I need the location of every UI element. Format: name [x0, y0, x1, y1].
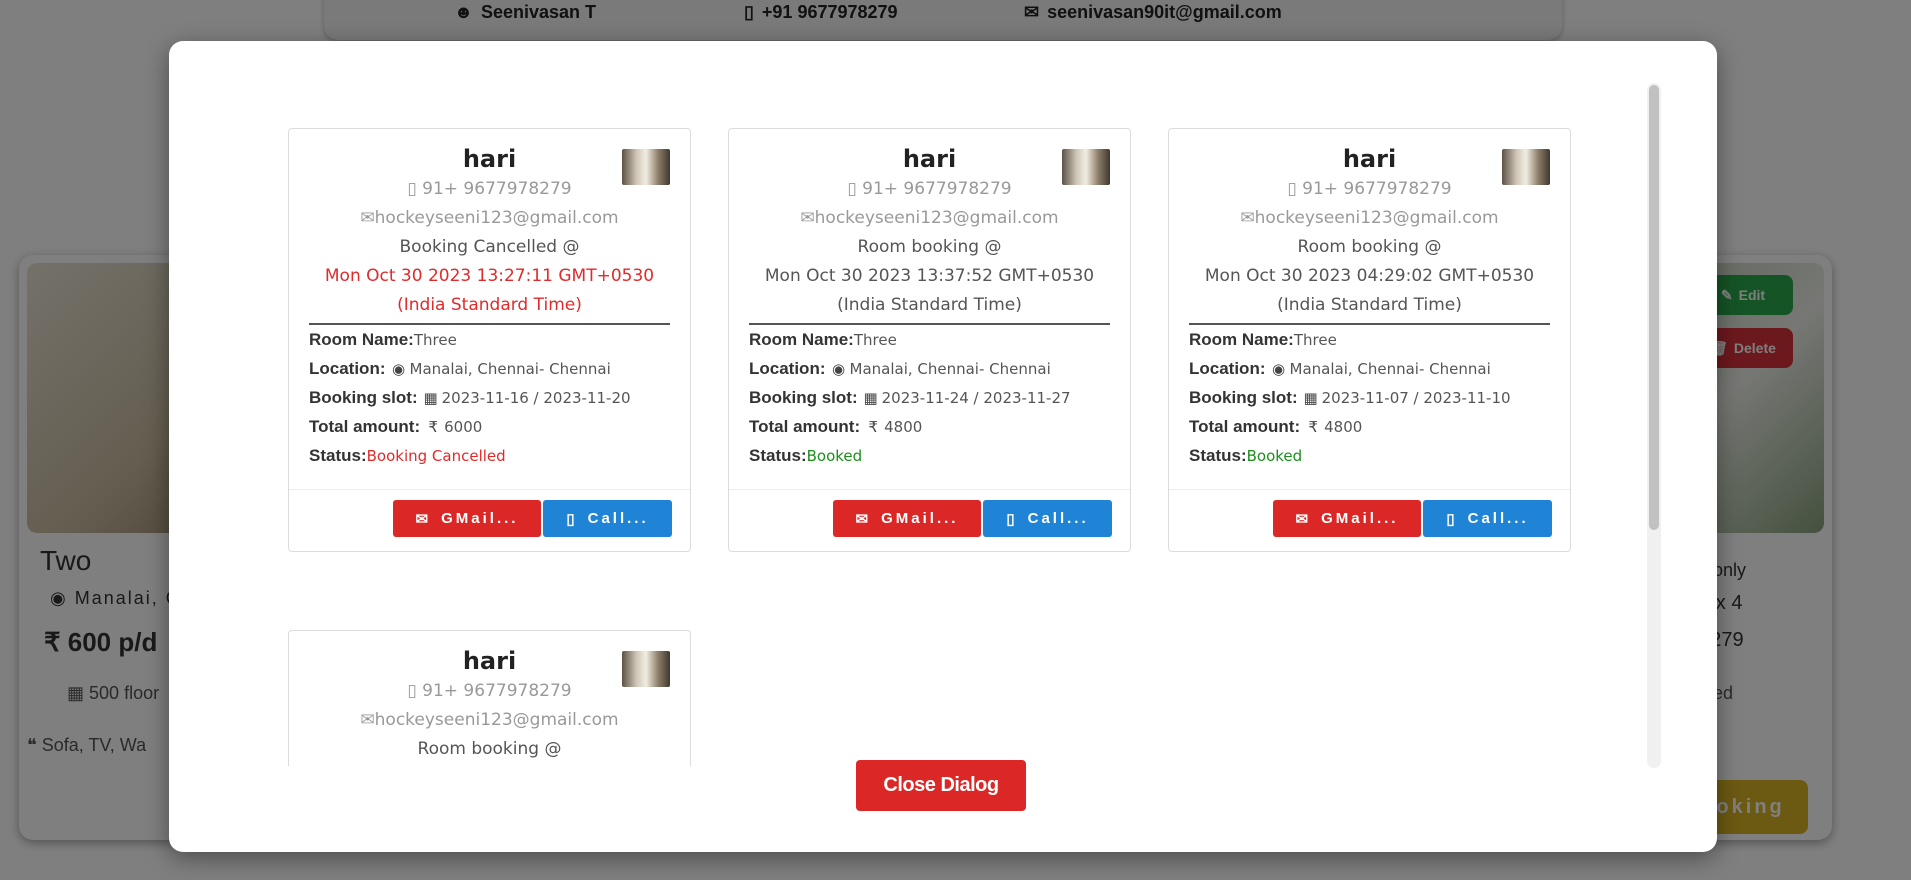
mobile-icon: ▯ [566, 510, 578, 528]
booking-timezone: (India Standard Time) [837, 295, 1022, 315]
envelope-icon: ✉ [360, 208, 375, 228]
scrollbar-thumb[interactable] [1649, 85, 1659, 530]
envelope-icon: ✉ [1295, 510, 1312, 528]
room-thumbnail [1502, 149, 1550, 185]
booking-slot-row: Booking slot: ▦ 2023-11-24 / 2023-11-27 [729, 383, 1130, 412]
calendar-icon: ▦ [423, 389, 438, 407]
booking-event: Room booking @ [417, 739, 562, 759]
map-marker-icon: ◉ [1271, 360, 1286, 378]
booking-slot-row: Booking slot: ▦ 2023-11-16 / 2023-11-20 [289, 383, 690, 412]
close-dialog-button[interactable]: Close Dialog [856, 760, 1026, 811]
total-amount-row: Total amount: ₹6000 [289, 412, 690, 441]
map-marker-icon: ◉ [391, 360, 406, 378]
mobile-icon: ▯ [1446, 510, 1458, 528]
status-row: Status:Booked [749, 446, 863, 465]
card-actions: ✉ GMail... ▯ Call... [729, 489, 1130, 549]
call-button[interactable]: ▯ Call... [1423, 500, 1552, 537]
status-badge: Booked [806, 447, 863, 465]
guest-email: ✉hockeyseeni123@gmail.com [360, 710, 619, 730]
booking-slot-row: Booking slot: ▦ 2023-11-07 / 2023-11-10 [1169, 383, 1570, 412]
status-row: Status:Booking Cancelled [309, 446, 506, 465]
envelope-icon: ✉ [1240, 208, 1255, 228]
dialog-scrollbar[interactable] [1647, 83, 1661, 768]
envelope-icon: ✉ [360, 710, 375, 730]
envelope-icon: ✉ [855, 510, 872, 528]
call-button[interactable]: ▯ Call... [543, 500, 672, 537]
location-row: Location: ◉ Manalai, Chennai- Chennai [1169, 354, 1570, 383]
gmail-button[interactable]: ✉ GMail... [1273, 500, 1421, 537]
envelope-icon: ✉ [415, 510, 432, 528]
booking-date: Mon Oct 30 2023 13:27:11 GMT+0530 [324, 266, 655, 286]
booking-card: hari ▯ 91+ 9677978279 ✉hockeyseeni123@gm… [1168, 128, 1571, 552]
gmail-button[interactable]: ✉ GMail... [833, 500, 981, 537]
booking-timezone: (India Standard Time) [397, 295, 582, 315]
booking-card: hari ▯ 91+ 9677978279 ✉hockeyseeni123@gm… [728, 128, 1131, 552]
status-badge: Booking Cancelled [366, 447, 506, 465]
rupee-icon: ₹ [868, 418, 878, 436]
room-thumbnail [1062, 149, 1110, 185]
room-thumbnail [622, 149, 670, 185]
calendar-icon: ▦ [1303, 389, 1318, 407]
room-name-row: Room Name:Three [1189, 330, 1337, 349]
map-marker-icon: ◉ [831, 360, 846, 378]
booking-date: Mon Oct 30 2023 13:37:52 GMT+0530 [764, 266, 1095, 286]
card-actions: ✉ GMail... ▯ Call... [289, 489, 690, 549]
location-row: Location: ◉ Manalai, Chennai- Chennai [289, 354, 690, 383]
gmail-button[interactable]: ✉ GMail... [393, 500, 541, 537]
booking-event: Room booking @ [857, 237, 1002, 257]
booking-date: Mon Oct 30 2023 04:29:02 GMT+0530 [1204, 266, 1535, 286]
rupee-icon: ₹ [428, 418, 438, 436]
booking-event: Booking Cancelled @ [399, 237, 580, 257]
mobile-icon: ▯ [407, 681, 417, 701]
status-badge: Booked [1246, 447, 1303, 465]
bookings-list[interactable]: hari ▯ 91+ 9677978279 ✉hockeyseeni123@gm… [169, 81, 1669, 766]
mobile-icon: ▯ [1006, 510, 1018, 528]
booking-card: hari ▯ 91+ 9677978279 ✉hockeyseeni123@gm… [288, 630, 691, 766]
bookings-dialog: hari ▯ 91+ 9677978279 ✉hockeyseeni123@gm… [169, 41, 1717, 852]
mobile-icon: ▯ [407, 179, 417, 199]
card-actions: ✉ GMail... ▯ Call... [1169, 489, 1570, 549]
booking-timezone: (India Standard Time) [1277, 295, 1462, 315]
call-button[interactable]: ▯ Call... [983, 500, 1112, 537]
booking-event: Room booking @ [1297, 237, 1442, 257]
room-name-row: Room Name:Three [309, 330, 457, 349]
envelope-icon: ✉ [800, 208, 815, 228]
rupee-icon: ₹ [1308, 418, 1318, 436]
mobile-icon: ▯ [847, 179, 857, 199]
guest-email: ✉hockeyseeni123@gmail.com [1240, 208, 1499, 228]
total-amount-row: Total amount: ₹4800 [1169, 412, 1570, 441]
location-row: Location: ◉ Manalai, Chennai- Chennai [729, 354, 1130, 383]
guest-email: ✉hockeyseeni123@gmail.com [360, 208, 619, 228]
calendar-icon: ▦ [863, 389, 878, 407]
total-amount-row: Total amount: ₹4800 [729, 412, 1130, 441]
status-row: Status:Booked [1189, 446, 1303, 465]
room-name-row: Room Name:Three [749, 330, 897, 349]
guest-email: ✉hockeyseeni123@gmail.com [800, 208, 1059, 228]
mobile-icon: ▯ [1287, 179, 1297, 199]
booking-card: hari ▯ 91+ 9677978279 ✉hockeyseeni123@gm… [288, 128, 691, 552]
room-thumbnail [622, 651, 670, 687]
